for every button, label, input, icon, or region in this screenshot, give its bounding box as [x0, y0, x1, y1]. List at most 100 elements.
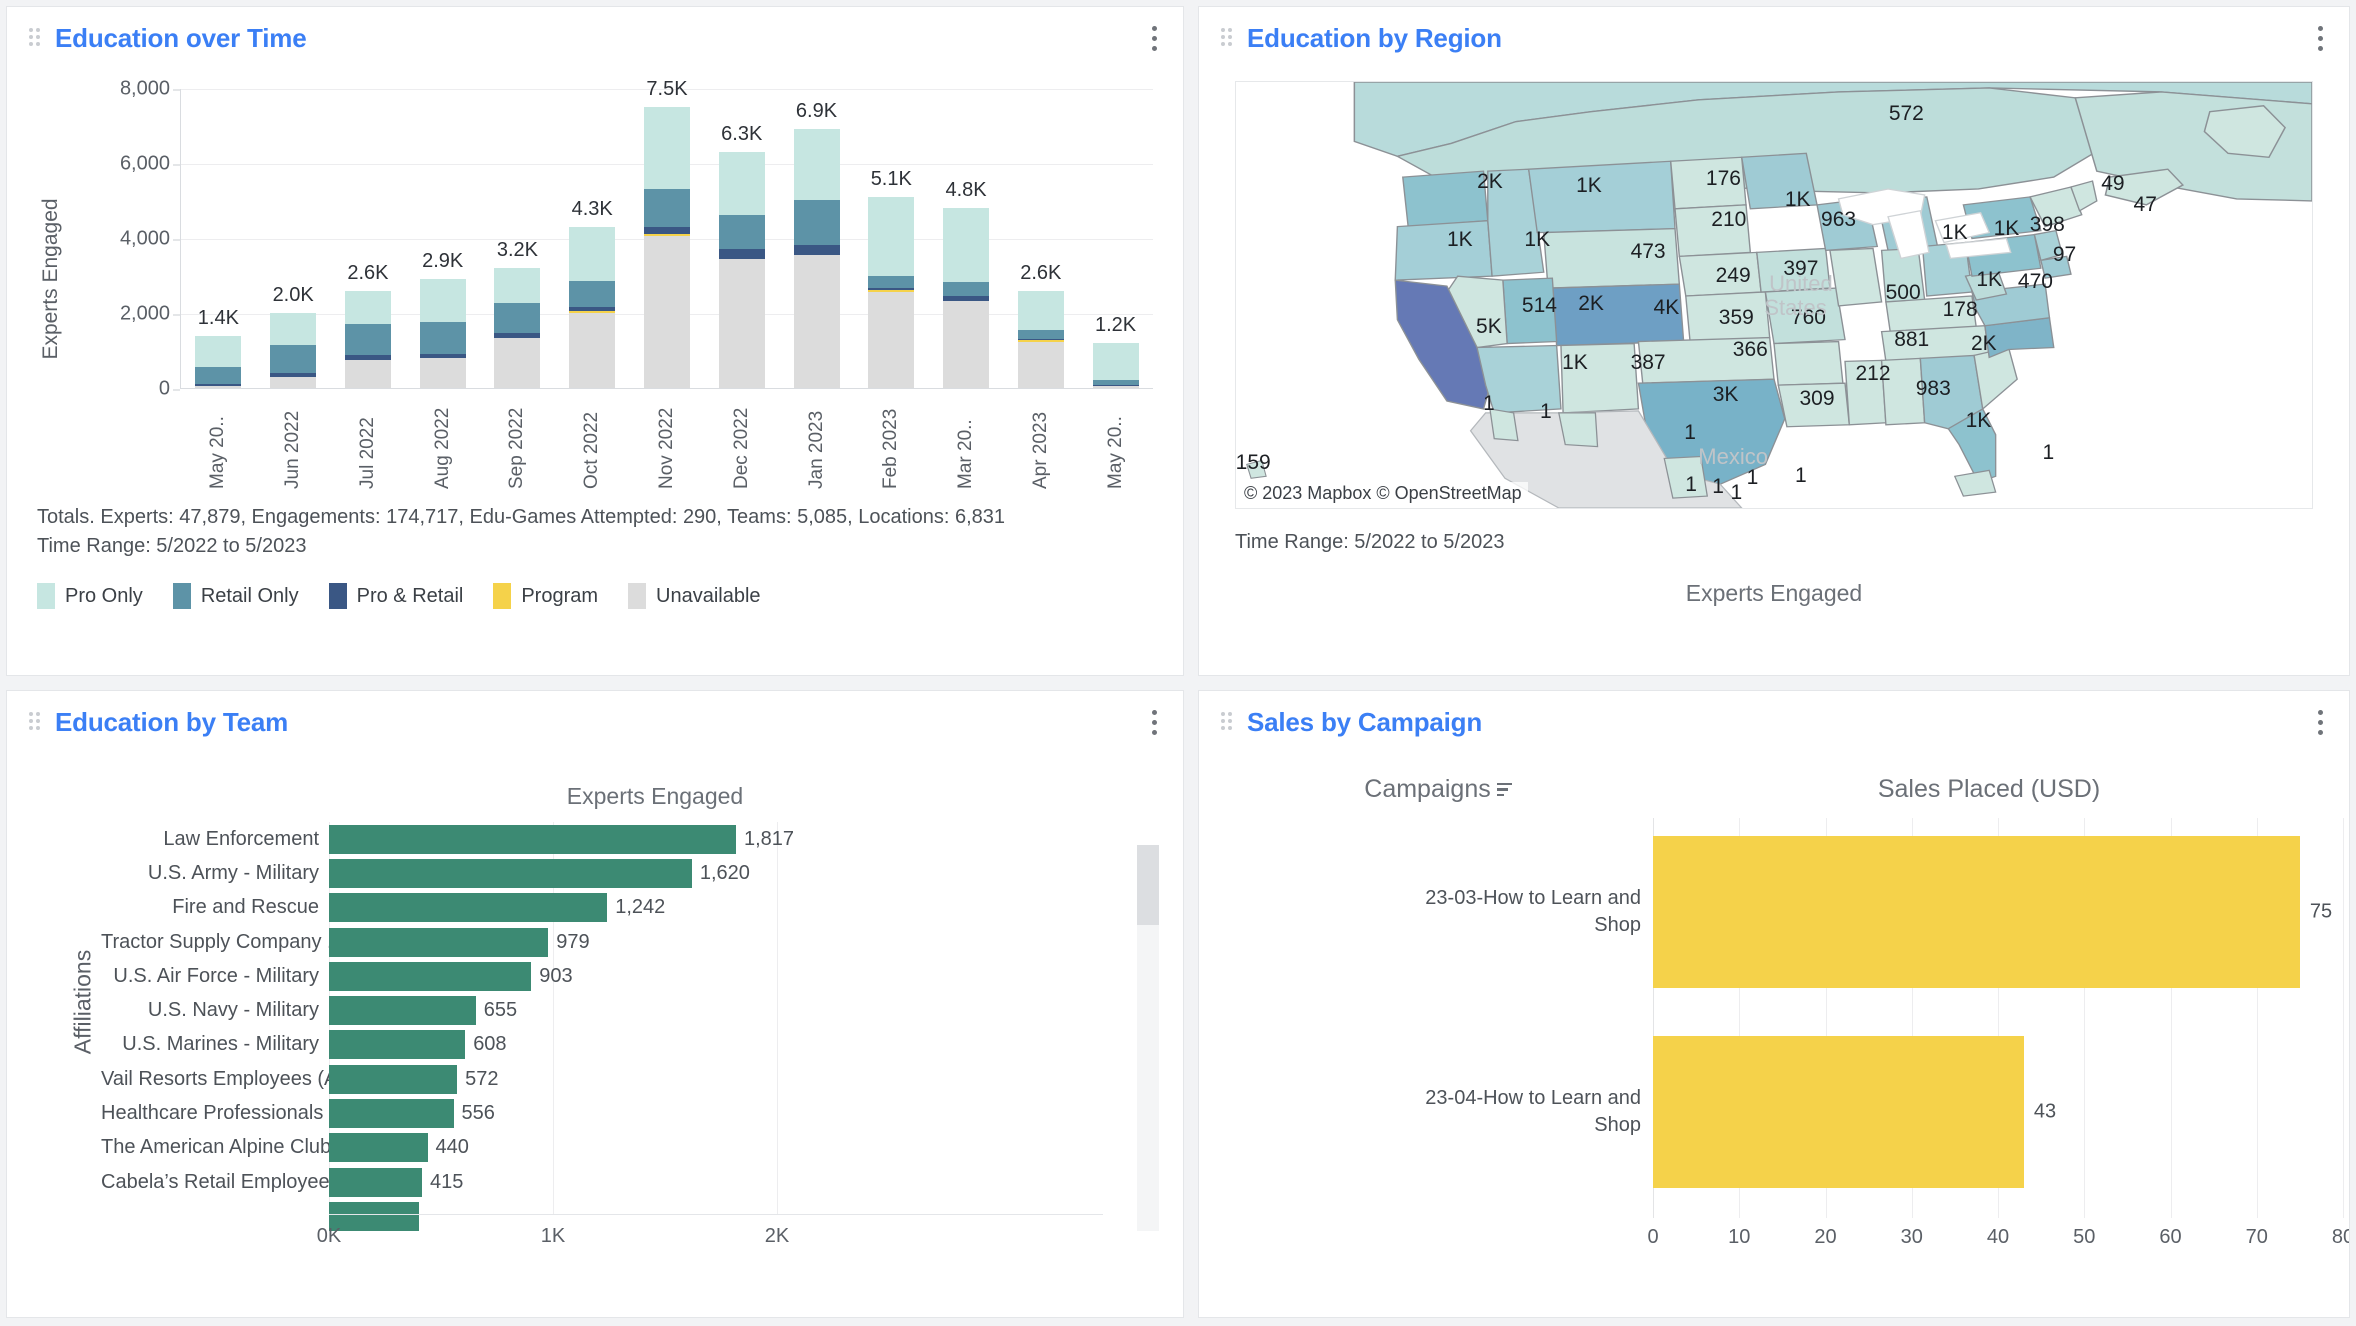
- bar[interactable]: [329, 927, 549, 957]
- stacked-column[interactable]: 1.2K: [1092, 314, 1139, 388]
- bar-segment-unavailable[interactable]: [793, 254, 840, 388]
- bar-segment-retail-only[interactable]: [569, 280, 616, 307]
- table-row[interactable]: Tractor Supply Company .. 979: [101, 925, 1159, 959]
- bar-segment-pro-only[interactable]: [494, 268, 541, 304]
- bar[interactable]: [329, 996, 476, 1026]
- bar-segment-unavailable[interactable]: [643, 235, 690, 388]
- bar-segment-pro-only[interactable]: [419, 279, 466, 323]
- scrollbar-thumb[interactable]: [1137, 845, 1159, 925]
- bar-segment-pro-retail[interactable]: [793, 245, 840, 255]
- bar-segment-unavailable[interactable]: [1017, 341, 1064, 388]
- bar[interactable]: [1653, 836, 2300, 988]
- bar-segment-unavailable[interactable]: [569, 313, 616, 388]
- bar[interactable]: [1653, 1036, 2024, 1188]
- table-row[interactable]: Cabela’s Retail Employees 415: [101, 1165, 1159, 1199]
- stacked-column[interactable]: 7.5K: [643, 78, 690, 388]
- bar[interactable]: [329, 893, 608, 923]
- sort-icon[interactable]: [1496, 782, 1512, 797]
- x-axis: May 20.. Jun 2022 Jul 2022 Aug 2022 Sep 2022…: [181, 389, 1153, 489]
- drag-handle-icon[interactable]: [1221, 28, 1235, 48]
- bar-segment-retail-only[interactable]: [943, 281, 990, 296]
- bar-segment-unavailable[interactable]: [195, 385, 242, 388]
- stacked-column[interactable]: 1.4K: [195, 307, 242, 388]
- table-row[interactable]: Law Enforcement 1,817: [101, 822, 1159, 856]
- bar-segment-pro-only[interactable]: [793, 129, 840, 201]
- table-row[interactable]: U.S. Air Force - Military 903: [101, 959, 1159, 993]
- bar[interactable]: [329, 824, 736, 854]
- stacked-column[interactable]: 5.1K: [868, 168, 915, 388]
- legend-item[interactable]: Retail Only: [172, 583, 299, 609]
- more-options-icon[interactable]: [2307, 21, 2333, 55]
- campaigns-column-header[interactable]: Campaigns: [1223, 775, 1653, 804]
- bar-segment-unavailable[interactable]: [943, 300, 990, 388]
- table-row[interactable]: Vail Resorts Employees (A.. 572: [101, 1062, 1159, 1096]
- table-row[interactable]: U.S. Marines - Military 608: [101, 1028, 1159, 1062]
- bar-segment-retail-only[interactable]: [419, 322, 466, 354]
- bar-segment-retail-only[interactable]: [793, 200, 840, 246]
- bar-segment-pro-only[interactable]: [1017, 290, 1064, 330]
- table-row[interactable]: U.S. Army - Military 1,620: [101, 856, 1159, 890]
- bar[interactable]: [329, 858, 692, 888]
- bar-segment-pro-only[interactable]: [1092, 343, 1139, 380]
- bar-segment-unavailable[interactable]: [868, 291, 915, 388]
- more-options-icon[interactable]: [2307, 705, 2333, 739]
- stacked-column[interactable]: 6.9K: [793, 100, 840, 388]
- table-row[interactable]: Healthcare Professionals 556: [101, 1096, 1159, 1130]
- bar-segment-pro-only[interactable]: [643, 106, 690, 189]
- bar-segment-unavailable[interactable]: [270, 376, 317, 388]
- drag-handle-icon[interactable]: [29, 712, 43, 732]
- bar-segment-pro-retail[interactable]: [718, 249, 765, 259]
- bar-container: 440: [329, 1131, 1159, 1165]
- bar-segment-unavailable[interactable]: [494, 337, 541, 388]
- y-axis-tick: 6,000: [119, 152, 181, 175]
- bar-segment-unavailable[interactable]: [419, 358, 466, 388]
- bar[interactable]: [329, 961, 532, 991]
- bar[interactable]: [329, 1099, 454, 1129]
- stacked-column[interactable]: 6.3K: [718, 123, 765, 388]
- drag-handle-icon[interactable]: [1221, 712, 1235, 732]
- stacked-column[interactable]: 2.6K: [344, 262, 391, 388]
- bar-segment-unavailable[interactable]: [344, 360, 391, 388]
- stacked-column[interactable]: 2.9K: [419, 250, 466, 388]
- vertical-scrollbar[interactable]: [1137, 845, 1159, 1231]
- table-row[interactable]: Fire and Rescue 1,242: [101, 891, 1159, 925]
- bar-segment-retail-only[interactable]: [494, 303, 541, 333]
- bar[interactable]: [329, 1167, 422, 1197]
- stacked-column[interactable]: 2.6K: [1017, 262, 1064, 388]
- bar-segment-pro-only[interactable]: [270, 313, 317, 346]
- stacked-column[interactable]: 3.2K: [494, 239, 541, 388]
- bar-segment-unavailable[interactable]: [1092, 385, 1139, 388]
- more-options-icon[interactable]: [1141, 21, 1167, 55]
- legend-item[interactable]: Pro Only: [37, 583, 143, 609]
- bar[interactable]: [329, 1064, 458, 1094]
- legend-item[interactable]: Unavailable: [628, 583, 761, 609]
- bar-segment-retail-only[interactable]: [195, 367, 242, 384]
- region-map[interactable]: 2K 1K 176 572 1K 1K 1K 473 210 963 1K 398 49 47 1K 249 3…: [1235, 81, 2313, 509]
- bar-segment-pro-only[interactable]: [718, 151, 765, 216]
- stacked-column[interactable]: 4.8K: [943, 179, 990, 388]
- bar-segment-pro-only[interactable]: [868, 196, 915, 276]
- legend-item[interactable]: Program: [493, 583, 598, 609]
- table-row[interactable]: The American Alpine Club .. 440: [101, 1131, 1159, 1165]
- bar-segment-pro-only[interactable]: [344, 290, 391, 325]
- stacked-column[interactable]: 4.3K: [569, 198, 616, 388]
- bar-segment-retail-only[interactable]: [718, 215, 765, 250]
- bar-segment-retail-only[interactable]: [643, 188, 690, 228]
- legend-item[interactable]: Pro & Retail: [328, 583, 463, 609]
- y-axis-title: Experts Engaged: [39, 198, 62, 360]
- bar-segment-pro-only[interactable]: [195, 335, 242, 368]
- bar-segment-retail-only[interactable]: [868, 275, 915, 289]
- bar-segment-pro-only[interactable]: [943, 208, 990, 282]
- table-row[interactable]: U.S. Navy - Military 655: [101, 993, 1159, 1027]
- bar-segment-unavailable[interactable]: [718, 258, 765, 388]
- bar[interactable]: [329, 1030, 466, 1060]
- bar-segment-pro-only[interactable]: [569, 226, 616, 281]
- bar-segment-retail-only[interactable]: [270, 345, 317, 373]
- more-options-icon[interactable]: [1141, 705, 1167, 739]
- bar-segment-retail-only[interactable]: [344, 324, 391, 356]
- bar[interactable]: [329, 1133, 428, 1163]
- bar-segment-retail-only[interactable]: [1017, 329, 1064, 340]
- stacked-column[interactable]: 2.0K: [270, 284, 317, 388]
- page-title: Education by Team: [55, 706, 289, 737]
- drag-handle-icon[interactable]: [29, 28, 43, 48]
